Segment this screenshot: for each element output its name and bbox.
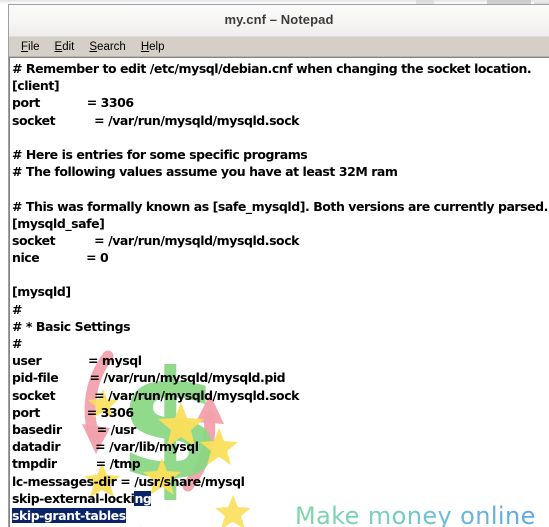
text-editor-area[interactable]: $ $ Make money online # Remember to edit… [9,57,549,527]
editor-line: tmpdir = /tmp [12,456,141,472]
editor-line: nice = 0 [12,250,109,266]
editor-line: socket = /var/run/mysqld/mysqld.sock [12,232,300,248]
editor-line-selected[interactable]: skip-external-locking [11,490,549,507]
notepad-window[interactable]: my.cnf – Notepad File Edit Search Help $… [8,4,549,527]
editor-line: # The following values assume you have a… [12,164,398,180]
selection-highlight: ng [134,490,152,506]
text-content[interactable]: # Remember to edit /etc/mysql/debian.cnf… [10,58,549,527]
editor-line: pid-file = /var/run/mysqld/mysqld.pid [12,370,286,386]
editor-line: basedir = /usr [12,421,136,437]
menu-item-edit[interactable]: Edit [48,40,83,54]
editor-line-blank [11,180,549,197]
menu-item-file[interactable]: File [14,40,48,54]
editor-line: # [12,336,23,351]
editor-line: # [12,301,23,317]
editor-line: # Remember to edit /etc/mysql/debian.cnf… [12,61,532,76]
editor-line-selected[interactable]: skip-grant-tables [11,507,549,524]
editor-line: socket = /var/run/mysqld/mysqld.sock [12,387,300,403]
menu-item-search[interactable]: Search [82,40,133,54]
editor-line: socket = /var/run/mysqld/mysqld.sock [12,112,300,128]
editor-line: # Here is entries for some specific prog… [12,146,308,162]
window-titlebar[interactable]: my.cnf – Notepad [9,5,549,37]
selection-highlight: skip-grant-tables [12,507,126,523]
editor-line: # This was formally known as [safe_mysql… [12,198,548,214]
editor-line: [client] [12,78,60,94]
menu-item-help[interactable]: Help [134,40,173,54]
editor-line: lc-messages-dir = /usr/share/mysql [12,473,245,489]
editor-line: [mysqld] [12,284,71,300]
editor-line: user = mysql [12,353,142,369]
editor-line: # * Basic Settings [12,318,131,334]
editor-line: port = 3306 [12,404,134,420]
editor-line: port = 3306 [12,95,134,111]
editor-line: datadir = /var/lib/mysql [12,439,199,455]
window-title: my.cnf – Notepad [224,12,334,27]
editor-line: [mysqld_safe] [12,215,105,231]
menu-bar[interactable]: File Edit Search Help [9,37,549,57]
editor-line-blank [11,266,549,283]
unselected-text-fragment: skip-external-locki [12,490,135,506]
editor-line-blank [11,129,549,146]
